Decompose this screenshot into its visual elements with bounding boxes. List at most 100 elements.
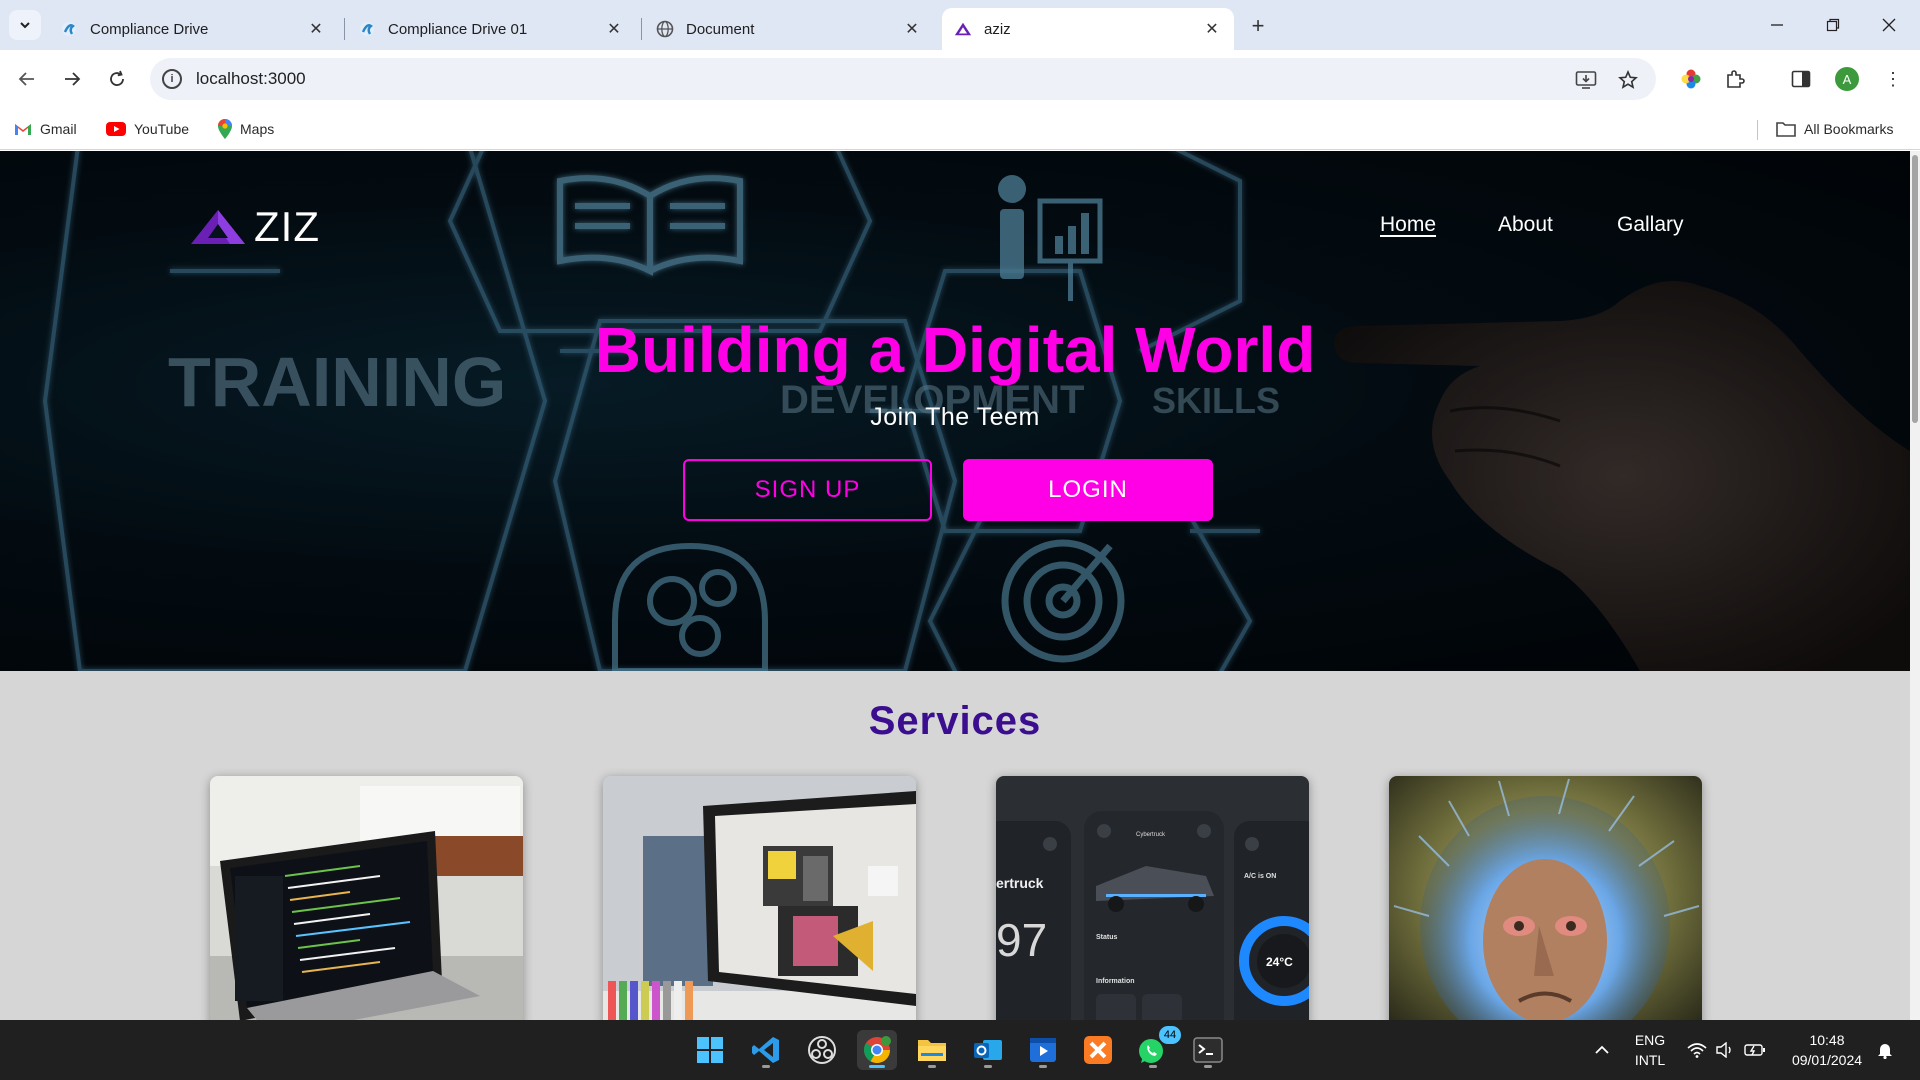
all-bookmarks-button[interactable]: All Bookmarks — [1776, 116, 1893, 142]
chevron-up-icon[interactable] — [1591, 1039, 1613, 1061]
taskbar-vscode[interactable] — [746, 1030, 786, 1070]
folder-icon — [1776, 121, 1796, 137]
install-app-icon[interactable] — [1574, 68, 1598, 92]
svg-text:97: 97 — [996, 914, 1047, 966]
gmail-icon — [14, 122, 32, 136]
globe-icon — [656, 20, 674, 38]
tab-compliance-drive[interactable]: Compliance Drive ✕ — [48, 8, 338, 50]
bookmarks-divider — [1757, 120, 1758, 140]
url-text[interactable]: localhost:3000 — [196, 69, 306, 89]
wifi-icon[interactable] — [1686, 1039, 1708, 1061]
taskbar-media-player[interactable] — [1023, 1030, 1063, 1070]
taskbar-terminal[interactable] — [1188, 1030, 1228, 1070]
tab-aziz[interactable]: aziz ✕ — [942, 8, 1234, 50]
forward-button[interactable] — [57, 64, 87, 94]
page-scrollbar[interactable] — [1910, 151, 1920, 1020]
reload-icon — [110, 70, 124, 86]
start-button[interactable] — [690, 1030, 730, 1070]
bookmark-gmail[interactable]: Gmail — [14, 116, 77, 142]
close-icon[interactable]: ✕ — [604, 19, 624, 39]
nav-home[interactable]: Home — [1380, 213, 1436, 237]
close-icon[interactable]: ✕ — [902, 19, 922, 39]
windows-start-icon — [697, 1037, 723, 1063]
close-icon — [1882, 18, 1896, 32]
minimize-button[interactable] — [1762, 10, 1792, 40]
service-card-coding[interactable] — [210, 776, 523, 1020]
tab-search-button[interactable] — [9, 10, 41, 40]
chevron-down-icon — [20, 22, 30, 29]
back-button[interactable] — [12, 64, 42, 94]
signup-button[interactable]: SIGN UP — [683, 459, 932, 521]
logo-text: ZIZ — [254, 203, 320, 250]
hero-title: Building a Digital World — [594, 314, 1316, 386]
design-monitor-photo — [603, 776, 916, 1020]
reload-button[interactable] — [102, 64, 132, 94]
close-icon[interactable]: ✕ — [306, 19, 326, 39]
more-menu-icon[interactable]: ⋮ — [1880, 66, 1906, 92]
bookmarks-bar: Gmail YouTube Maps All Bookmarks — [0, 108, 1920, 150]
arrow-right-icon — [65, 72, 81, 86]
tab-document[interactable]: Document ✕ — [644, 8, 934, 50]
minimize-icon — [1771, 24, 1783, 26]
notification-bell-icon[interactable] — [1874, 1039, 1896, 1061]
taskbar-file-explorer[interactable] — [912, 1030, 952, 1070]
svg-text:Status: Status — [1096, 934, 1118, 941]
site-info-icon[interactable]: i — [162, 69, 182, 89]
profile-avatar[interactable]: A — [1835, 67, 1859, 91]
hero-subtitle: Join The Teem — [870, 403, 1040, 431]
taskbar-whatsapp[interactable]: 44 — [1133, 1026, 1181, 1070]
tab-compliance-drive-01[interactable]: Compliance Drive 01 ✕ — [346, 8, 636, 50]
tab-title: Document — [686, 20, 755, 38]
service-card-design[interactable] — [603, 776, 916, 1020]
new-tab-button[interactable]: + — [1244, 12, 1272, 40]
close-window-button[interactable] — [1874, 10, 1904, 40]
xampp-icon — [1084, 1036, 1112, 1064]
svg-text:24°C: 24°C — [1266, 955, 1293, 969]
whatsapp-badge: 44 — [1159, 1026, 1181, 1044]
bookmark-label: Gmail — [40, 121, 77, 137]
cybertruck-app-ui: ertruck 97 Cybertruck Status Information… — [996, 776, 1309, 1020]
taskbar-outlook[interactable] — [968, 1030, 1008, 1070]
bookmark-youtube[interactable]: YouTube — [106, 116, 189, 142]
battery-icon[interactable] — [1744, 1039, 1766, 1061]
clock[interactable]: 10:48 09/01/2024 — [1782, 1030, 1872, 1070]
taskbar-obs[interactable] — [802, 1030, 842, 1070]
page-viewport: TRAINING DEVELOPMENT SKILLS ZIZ Home Abo… — [0, 151, 1910, 1020]
media-player-icon — [1030, 1038, 1056, 1062]
language-indicator[interactable]: ENG INTL — [1628, 1030, 1672, 1070]
site-logo[interactable]: ZIZ — [190, 203, 320, 251]
bookmark-maps[interactable]: Maps — [218, 116, 274, 142]
extensions-icon[interactable] — [1722, 66, 1748, 92]
bookmark-star-icon[interactable] — [1616, 68, 1640, 92]
arrow-left-icon — [18, 72, 34, 86]
color-extension-icon[interactable] — [1678, 66, 1704, 92]
obs-studio-icon — [808, 1036, 836, 1064]
file-explorer-icon — [918, 1040, 946, 1061]
bookmark-label: YouTube — [134, 121, 190, 137]
address-bar[interactable]: i localhost:3000 — [150, 58, 1656, 100]
outlook-icon — [974, 1040, 1002, 1060]
restore-button[interactable] — [1818, 10, 1848, 40]
svg-text:Information: Information — [1096, 978, 1135, 985]
laptop-code-photo — [210, 776, 523, 1020]
service-card-portrait[interactable] — [1389, 776, 1702, 1020]
nav-about[interactable]: About — [1498, 213, 1553, 237]
all-bookmarks-label: All Bookmarks — [1804, 121, 1894, 137]
hero-section: TRAINING DEVELOPMENT SKILLS ZIZ Home Abo… — [0, 151, 1910, 671]
compliance-drive-icon — [60, 20, 78, 38]
maps-icon — [218, 119, 232, 139]
close-icon[interactable]: ✕ — [1202, 19, 1222, 39]
service-card-app-ui[interactable]: ertruck 97 Cybertruck Status Information… — [996, 776, 1309, 1020]
taskbar-xampp[interactable] — [1078, 1030, 1118, 1070]
nav-gallary[interactable]: Gallary — [1617, 213, 1684, 237]
taskbar-chrome[interactable] — [857, 1030, 897, 1070]
side-panel-icon[interactable] — [1788, 66, 1814, 92]
login-button[interactable]: LOGIN — [963, 459, 1213, 521]
blue-hair-portrait — [1389, 776, 1702, 1020]
terminal-icon — [1193, 1037, 1223, 1063]
scrollbar-thumb[interactable] — [1912, 155, 1918, 423]
speaker-icon[interactable] — [1714, 1039, 1736, 1061]
compliance-drive-icon — [358, 20, 376, 38]
restore-icon — [1826, 18, 1840, 32]
chrome-icon — [863, 1036, 891, 1064]
